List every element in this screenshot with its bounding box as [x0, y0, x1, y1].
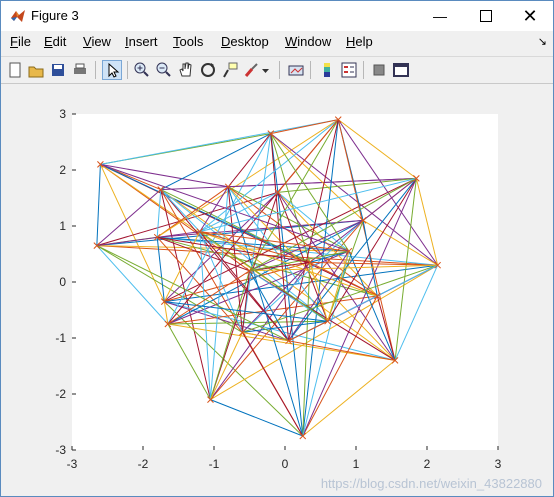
graph-edge-line [160, 133, 272, 191]
colorbar-icon[interactable] [317, 60, 337, 80]
zoom-in-icon[interactable] [132, 60, 152, 80]
plot-svg: -3 -2 -1 0 1 2 3 3 2 1 0 -1 -2 -3 [55, 107, 501, 471]
legend-icon[interactable] [339, 60, 359, 80]
zoom-out-icon[interactable] [154, 60, 174, 80]
figure-toolbar [1, 56, 553, 84]
graph-edge-line [302, 360, 396, 437]
minimize-button[interactable]: — [417, 1, 463, 31]
toolbar-separator [310, 61, 311, 79]
y-tick-label: 3 [59, 107, 66, 121]
toolbar-separator [95, 61, 96, 79]
graph-edge-line [156, 189, 162, 238]
y-tick-label: -1 [55, 331, 66, 345]
menu-edit[interactable]: Edit [44, 34, 66, 49]
y-tick-label: 1 [59, 219, 66, 233]
link-plot-icon[interactable] [286, 60, 306, 80]
menu-view[interactable]: View [83, 34, 111, 49]
graph-edge-line [167, 323, 396, 361]
graph-edge-line [96, 189, 162, 246]
pan-hand-icon[interactable] [176, 60, 196, 80]
graph-edge-line [394, 178, 417, 361]
menu-help[interactable]: Help [346, 34, 373, 49]
toolbar-separator [127, 61, 128, 79]
brush-dropdown-icon[interactable] [260, 60, 280, 80]
y-tick-label: -2 [55, 387, 66, 401]
graph-edge-line [415, 178, 439, 266]
y-tick-label: -3 [55, 443, 66, 457]
graph-edge-line [99, 164, 165, 302]
graph-edge-line [100, 163, 229, 188]
graph-edge-line [100, 119, 339, 165]
show-tools-icon[interactable] [391, 60, 411, 80]
rotate-3d-icon[interactable] [198, 60, 218, 80]
x-tick-label: 2 [424, 457, 431, 471]
menu-tools[interactable]: Tools [173, 34, 203, 49]
toolbar-separator [363, 61, 364, 79]
graph-edge-line [96, 231, 200, 247]
graph-edge-line [96, 245, 169, 325]
hide-tools-icon[interactable] [369, 60, 389, 80]
menu-file[interactable]: File [10, 34, 31, 49]
x-tick-label: 1 [353, 457, 360, 471]
y-tick-label: 0 [59, 275, 66, 289]
x-tick-label: -1 [209, 457, 220, 471]
matlab-icon [10, 8, 26, 24]
new-figure-icon[interactable] [5, 60, 25, 80]
graph-edge-line [167, 323, 211, 400]
graph-edge-line [288, 250, 350, 342]
edit-plot-arrow-icon[interactable] [102, 60, 122, 80]
title-bar[interactable]: Figure 3 — ✕ [1, 1, 553, 31]
maximize-button[interactable] [463, 1, 509, 31]
close-icon: ✕ [522, 5, 538, 26]
open-file-icon[interactable] [26, 60, 46, 80]
save-icon[interactable] [48, 60, 68, 80]
data-cursor-icon[interactable] [220, 60, 240, 80]
watermark-text: https://blog.csdn.net/weixin_43822880 [320, 476, 542, 491]
graph-edge-line [270, 133, 364, 221]
maximize-icon [480, 10, 492, 22]
graph-edge-line [242, 220, 364, 333]
menu-desktop[interactable]: Desktop [221, 34, 269, 49]
print-icon[interactable] [70, 60, 90, 80]
x-tick-label: 0 [282, 457, 289, 471]
graph-edge-line [96, 164, 101, 246]
window-title: Figure 3 [31, 8, 79, 23]
graph-edge-line [210, 399, 303, 437]
plot-axes[interactable]: -3 -2 -1 0 1 2 3 3 2 1 0 -1 -2 -3 [55, 107, 501, 471]
x-tick-label: 3 [495, 457, 502, 471]
x-tick-label: -3 [67, 457, 78, 471]
toolbar-separator [279, 61, 280, 79]
menu-insert[interactable]: Insert [125, 34, 158, 49]
menu-bar: File Edit View Insert Tools Desktop Wind… [1, 31, 553, 53]
graph-edge-line [157, 219, 364, 238]
close-button[interactable]: ✕ [507, 1, 553, 31]
y-tick-label: 2 [59, 163, 66, 177]
x-tick-label: -2 [138, 457, 149, 471]
graph-edge-line [302, 295, 378, 437]
brush-icon[interactable] [242, 60, 262, 80]
menu-overflow-icon[interactable]: ↘ [538, 35, 547, 48]
graph-edge-line [394, 264, 439, 361]
menu-window[interactable]: Window [285, 34, 331, 49]
minimize-icon: — [433, 8, 447, 24]
